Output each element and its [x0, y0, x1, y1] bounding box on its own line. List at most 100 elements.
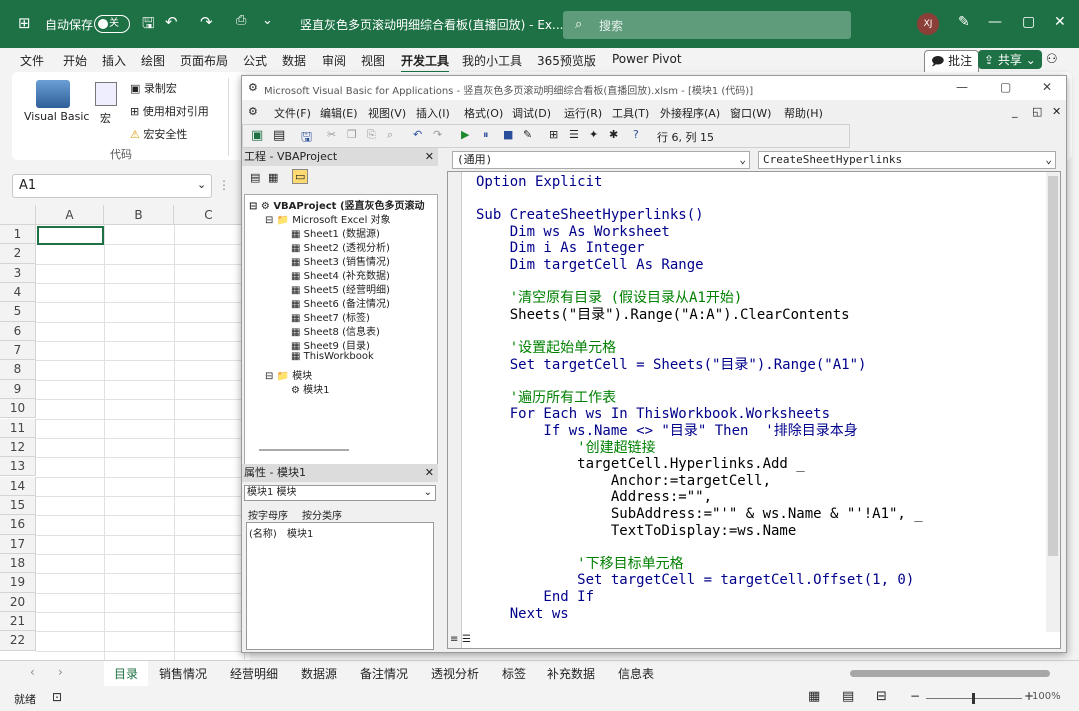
- tab-draw[interactable]: 绘图: [141, 52, 165, 69]
- macro-security-button[interactable]: ⚠ 宏安全性: [130, 126, 187, 142]
- object-browser-icon[interactable]: ✦: [589, 128, 598, 141]
- code-line[interactable]: Dim i As Integer: [476, 240, 645, 256]
- macros-button[interactable]: 宏: [100, 110, 111, 126]
- tree-sheet-node[interactable]: ▦ Sheet4 (补充数据): [291, 267, 390, 282]
- row-header[interactable]: 13: [0, 457, 36, 477]
- vbe-menu-insert[interactable]: 插入(I): [416, 105, 450, 121]
- next-sheet-icon[interactable]: ›: [58, 665, 63, 679]
- tree-sheet-node[interactable]: ▦ Sheet1 (数据源): [291, 225, 380, 240]
- customize-qat-icon[interactable]: ⌄: [262, 13, 273, 28]
- project-explorer-icon[interactable]: ⊞: [549, 128, 558, 141]
- row-header[interactable]: 9: [0, 379, 36, 400]
- design-mode-icon[interactable]: ✎: [523, 128, 532, 141]
- row-header[interactable]: 4: [0, 283, 36, 303]
- row-header[interactable]: 3: [0, 263, 36, 283]
- record-macro-button[interactable]: ▣ 录制宏: [130, 80, 177, 96]
- toggle-folders-icon[interactable]: ▭: [292, 169, 309, 184]
- relative-ref-button[interactable]: ⊞ 使用相对引用: [130, 103, 209, 119]
- vbe-close-icon[interactable]: ✕: [1042, 80, 1052, 94]
- full-module-view-icon[interactable]: ☰: [462, 634, 471, 645]
- redo-icon[interactable]: ↷: [200, 13, 213, 31]
- tab-365-preview[interactable]: 365预览版: [537, 52, 596, 69]
- insert-module-icon[interactable]: ▤: [273, 128, 285, 143]
- tree-root[interactable]: ⊟ ⚙ VBAProject (竖直灰色多页滚动: [249, 197, 425, 212]
- row-header[interactable]: 21: [0, 612, 36, 632]
- undo-icon[interactable]: ↶: [165, 13, 178, 31]
- code-line[interactable]: '清空原有目录 (假设目录从A1开始): [476, 290, 743, 306]
- accessibility-icon[interactable]: ⊡: [52, 690, 62, 704]
- doc-restore-icon[interactable]: ◱: [1032, 105, 1042, 118]
- vbe-maximize-icon[interactable]: ▢: [1000, 80, 1011, 94]
- row-header[interactable]: 5: [0, 302, 36, 322]
- sheet-tab[interactable]: 信息表: [618, 665, 654, 682]
- normal-view-icon[interactable]: ▦: [808, 689, 820, 704]
- row-header[interactable]: 17: [0, 534, 36, 554]
- properties-close-icon[interactable]: ✕: [425, 464, 434, 482]
- vbe-menu-debug[interactable]: 调试(D): [512, 105, 551, 121]
- undo-icon[interactable]: ↶: [413, 128, 422, 141]
- doc-close-icon[interactable]: ✕: [1052, 105, 1061, 118]
- save-icon[interactable]: 🖫: [301, 128, 312, 150]
- tab-formulas[interactable]: 公式: [243, 52, 267, 69]
- tree-module1[interactable]: ⚙ 模块1: [291, 381, 330, 396]
- tab-file[interactable]: 文件: [20, 52, 44, 69]
- minimize-icon[interactable]: —: [988, 14, 1002, 30]
- name-box[interactable]: A1 ⌄: [12, 174, 212, 198]
- row-header[interactable]: 14: [0, 476, 36, 496]
- object-combo[interactable]: (通用) ⌄: [452, 151, 750, 169]
- tree-sheet-node[interactable]: ▦ Sheet7 (标签): [291, 309, 370, 324]
- copy-icon[interactable]: ❐: [347, 128, 357, 141]
- sheet-tab[interactable]: 透视分析: [431, 665, 479, 682]
- pause-icon[interactable]: ⏸: [483, 128, 489, 142]
- tab-power-pivot[interactable]: Power Pivot: [612, 52, 682, 66]
- row-header[interactable]: 2: [0, 244, 36, 264]
- row-header[interactable]: 18: [0, 553, 36, 574]
- code-line[interactable]: SubAddress:="'" & ws.Name & "'!A1", _: [476, 506, 923, 522]
- vbe-menu-edit[interactable]: 编辑(E): [320, 105, 358, 121]
- vbe-menu-tools[interactable]: 工具(T): [612, 105, 649, 121]
- tree-sheet-node[interactable]: ▦ Sheet5 (经营明细): [291, 281, 390, 296]
- code-line[interactable]: '创建超链接: [476, 440, 655, 456]
- horizontal-scrollbar[interactable]: [850, 670, 1050, 677]
- code-vscroll-thumb[interactable]: [1048, 176, 1058, 556]
- vbe-menu-window[interactable]: 窗口(W): [730, 105, 771, 121]
- row-header[interactable]: 7: [0, 341, 36, 361]
- maximize-icon[interactable]: ▢: [1022, 14, 1035, 30]
- row-header[interactable]: 22: [0, 631, 36, 651]
- code-line[interactable]: Dim targetCell As Range: [476, 257, 704, 273]
- code-line[interactable]: Address:="",: [476, 489, 712, 505]
- close-icon[interactable]: ✕: [1054, 14, 1066, 30]
- tab-data[interactable]: 数据: [282, 52, 306, 69]
- vbe-menu-format[interactable]: 格式(O): [464, 105, 503, 121]
- row-header[interactable]: 20: [0, 592, 36, 612]
- row-header[interactable]: 8: [0, 360, 36, 380]
- visual-basic-button[interactable]: Visual Basic: [24, 110, 89, 123]
- vbe-menu-addins[interactable]: 外接程序(A): [660, 105, 720, 121]
- redo-icon[interactable]: ↷: [433, 128, 442, 141]
- code-line[interactable]: '遍历所有工作表: [476, 390, 616, 406]
- code-line[interactable]: Sub CreateSheetHyperlinks(): [476, 207, 704, 223]
- doc-minimize-icon[interactable]: _: [1012, 105, 1018, 118]
- code-line[interactable]: If ws.Name <> "目录" Then '排除目录本身: [476, 423, 857, 439]
- macros-icon[interactable]: [95, 82, 117, 106]
- row-header[interactable]: 6: [0, 321, 36, 342]
- code-line[interactable]: Next ws: [476, 606, 569, 622]
- zoom-thumb[interactable]: [972, 693, 975, 704]
- tab-insert[interactable]: 插入: [102, 52, 126, 69]
- code-line[interactable]: TextToDisplay:=ws.Name: [476, 523, 796, 539]
- ribbon-display-icon[interactable]: ✎: [958, 14, 970, 30]
- properties-grid[interactable]: (名称) 模块1: [246, 522, 434, 650]
- row-header[interactable]: 12: [0, 437, 36, 458]
- sheet-tab[interactable]: 备注情况: [360, 665, 408, 682]
- tab-review[interactable]: 审阅: [322, 52, 346, 69]
- tab-my-tools[interactable]: 我的小工具: [462, 52, 522, 69]
- tree-excel-objects[interactable]: ⊟ 📁 Microsoft Excel 对象: [265, 211, 391, 226]
- select-all-corner[interactable]: [0, 205, 36, 225]
- code-editor[interactable]: Option Explicit Sub CreateSheetHyperlinks…: [447, 171, 1061, 649]
- avatar[interactable]: XJ: [917, 13, 939, 35]
- row-header[interactable]: 19: [0, 573, 36, 593]
- code-line[interactable]: Sheets("目录").Range("A:A").ClearContents: [476, 307, 850, 323]
- project-close-icon[interactable]: ✕: [425, 148, 434, 166]
- quick-access-icon[interactable]: ⎙: [236, 13, 246, 28]
- autosave-toggle[interactable]: 关: [94, 15, 130, 33]
